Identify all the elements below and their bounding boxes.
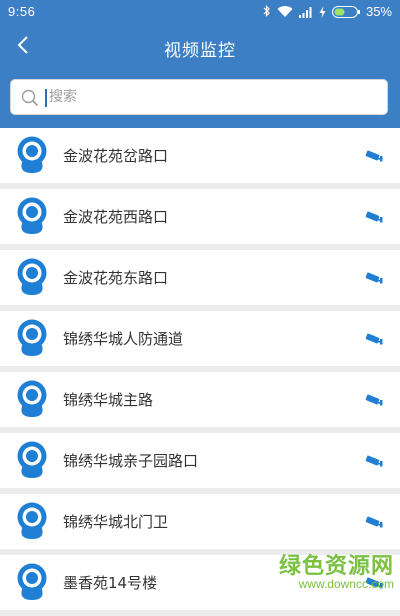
item-label: 金波花苑东路口 <box>63 269 169 287</box>
battery-icon <box>331 5 360 18</box>
search-input[interactable] <box>49 80 369 114</box>
list-item[interactable]: 金波花苑西路口 <box>0 189 400 244</box>
list-item[interactable]: 锦绣华城亲子园路口 <box>0 433 400 488</box>
wifi-icon <box>277 5 293 18</box>
item-label: 金波花苑岔路口 <box>63 147 169 165</box>
item-label: 锦绣华城主路 <box>63 391 154 409</box>
cctv-camera-icon[interactable] <box>364 331 386 347</box>
charging-icon <box>319 5 326 18</box>
cctv-camera-icon[interactable] <box>364 453 386 469</box>
status-time: 9:56 <box>8 4 36 19</box>
cctv-camera-icon[interactable] <box>364 148 386 164</box>
camera-icon <box>16 502 48 540</box>
signal-icon <box>298 6 313 18</box>
status-icons: 35% <box>263 4 392 19</box>
battery-percent: 35% <box>365 4 392 19</box>
list-item[interactable]: 墨香苑14号楼 <box>0 555 400 610</box>
camera-icon <box>16 319 48 357</box>
search-icon <box>21 89 39 111</box>
list-item[interactable]: 锦绣华城主路 <box>0 372 400 427</box>
search-area <box>0 70 400 128</box>
camera-list: 金波花苑岔路口 金波花苑西路口 金波花苑东路口 锦绣华城人防通道 锦绣华城主路 … <box>0 128 400 616</box>
item-label: 锦绣华城人防通道 <box>63 330 184 348</box>
text-cursor <box>45 89 47 107</box>
cctv-camera-icon[interactable] <box>364 392 386 408</box>
list-item[interactable]: 锦绣华城北门卫 <box>0 494 400 549</box>
item-label: 锦绣华城北门卫 <box>63 513 169 531</box>
item-label: 锦绣华城亲子园路口 <box>63 452 199 470</box>
bluetooth-icon <box>263 5 271 18</box>
cctv-camera-icon[interactable] <box>364 575 386 591</box>
cctv-camera-icon[interactable] <box>364 514 386 530</box>
item-label: 金波花苑西路口 <box>63 208 169 226</box>
list-item[interactable]: 金波花苑东路口 <box>0 250 400 305</box>
camera-icon <box>16 197 48 235</box>
item-label: 墨香苑14号楼 <box>63 574 158 592</box>
list-item[interactable]: 锦绣华城人防通道 <box>0 311 400 366</box>
camera-icon <box>16 258 48 296</box>
camera-icon <box>16 563 48 601</box>
cctv-camera-icon[interactable] <box>364 209 386 225</box>
page-title: 视频监控 <box>164 41 236 61</box>
search-box[interactable] <box>10 79 388 115</box>
status-bar: 9:56 35% <box>0 0 400 24</box>
list-item[interactable]: 金波花苑岔路口 <box>0 128 400 183</box>
app-header: 视频监控 <box>0 24 400 70</box>
camera-icon <box>16 380 48 418</box>
camera-icon <box>16 441 48 479</box>
cctv-camera-icon[interactable] <box>364 270 386 286</box>
camera-icon <box>16 136 48 174</box>
